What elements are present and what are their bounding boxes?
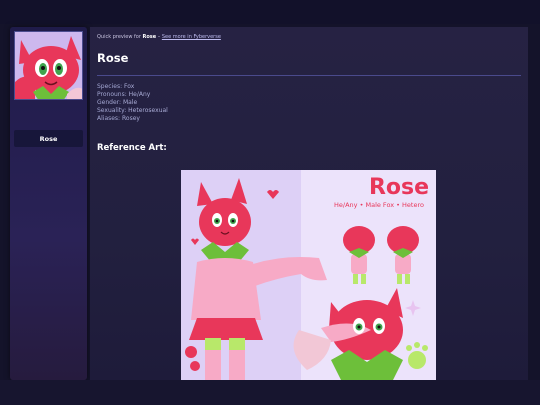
fox-avatar-icon (15, 32, 82, 99)
sidebar: Rose (10, 27, 87, 380)
aliases-label: Aliases: (97, 115, 121, 122)
art-title: Rose (369, 175, 429, 200)
main-panel: Quick preview for Rose – See more in Fyb… (90, 27, 528, 380)
aliases-row: Aliases: Rosey (97, 115, 168, 123)
gender-value: Male (122, 99, 138, 106)
avatar[interactable] (14, 31, 83, 100)
sexuality-row: Sexuality: Heterosexual (97, 107, 168, 115)
character-name[interactable]: Rose (14, 130, 83, 147)
art-subtitle: He/Any • Male Fox • Hetero (334, 201, 424, 209)
breadcrumb-separator: – (157, 34, 161, 40)
breadcrumb: Quick preview for Rose – See more in Fyb… (97, 34, 221, 40)
pronouns-value: He/Any (128, 91, 151, 98)
reference-art-heading: Reference Art: (97, 143, 167, 153)
breadcrumb-name: Rose (142, 34, 157, 40)
pronouns-row: Pronouns: He/Any (97, 91, 168, 99)
species-row: Species: Fox (97, 83, 168, 91)
bottom-bar (0, 380, 540, 405)
divider (97, 75, 521, 76)
species-label: Species: (97, 83, 123, 90)
species-value: Fox (124, 83, 135, 90)
sexuality-value: Heterosexual (128, 107, 168, 114)
aliases-value: Rosey (122, 115, 140, 122)
top-bar (0, 0, 540, 24)
reference-art-image[interactable]: Rose He/Any • Male Fox • Hetero (181, 170, 436, 380)
pronouns-label: Pronouns: (97, 91, 127, 98)
gender-row: Gender: Male (97, 99, 168, 107)
breadcrumb-prefix: Quick preview for (97, 34, 141, 40)
profile-info: Species: Fox Pronouns: He/Any Gender: Ma… (97, 83, 168, 123)
fyberverse-link[interactable]: See more in Fyberverse (162, 34, 221, 40)
gender-label: Gender: (97, 99, 122, 106)
reference-sheet-illustration: Rose He/Any • Male Fox • Hetero (181, 170, 436, 380)
sexuality-label: Sexuality: (97, 107, 127, 114)
page-title: Rose (97, 51, 129, 65)
